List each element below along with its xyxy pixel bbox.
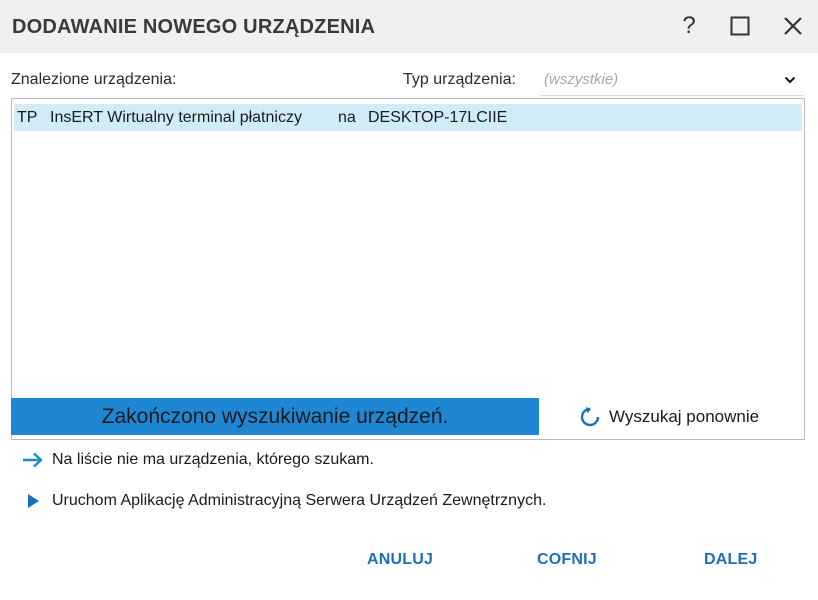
cancel-button[interactable]: ANULUJ	[367, 551, 433, 577]
next-button[interactable]: DALEJ	[704, 551, 757, 577]
device-row[interactable]: TP InsERT Wirtualny terminal płatniczy n…	[14, 104, 802, 131]
device-not-listed-link[interactable]: Na liście nie ma urządzenia, którego szu…	[22, 449, 374, 471]
found-devices-label: Znalezione urządzenia:	[11, 71, 177, 88]
device-code: TP	[17, 109, 38, 126]
dialog-content: Znalezione urządzenia: Typ urządzenia: (…	[0, 53, 818, 600]
device-type-label: Typ urządzenia:	[403, 71, 516, 88]
device-name: InsERT Wirtualny terminal płatniczy	[50, 109, 302, 126]
help-icon: ?	[682, 12, 696, 39]
help-button[interactable]: ?	[672, 10, 706, 42]
maximize-icon	[730, 16, 750, 36]
run-admin-app-link[interactable]: Uruchom Aplikację Administracyjną Serwer…	[22, 490, 546, 512]
close-icon	[784, 17, 802, 35]
close-button[interactable]	[776, 10, 810, 42]
device-type-value: (wszystkie)	[544, 71, 619, 88]
device-type-select[interactable]: (wszystkie)	[540, 64, 804, 96]
refresh-icon	[580, 407, 600, 427]
rescan-button[interactable]: Wyszukaj ponownie	[579, 404, 759, 430]
arrow-right-icon	[23, 452, 43, 468]
device-not-listed-label: Na liście nie ma urządzenia, którego szu…	[52, 451, 374, 468]
device-host: DESKTOP-17LCIIE	[368, 109, 508, 126]
device-list[interactable]: TP InsERT Wirtualny terminal płatniczy n…	[11, 98, 805, 440]
chevron-down-icon	[784, 76, 796, 84]
device-connector: na	[338, 109, 356, 126]
search-status-text: Zakończono wyszukiwanie urządzeń.	[101, 404, 449, 428]
run-admin-app-label: Uruchom Aplikację Administracyjną Serwer…	[52, 492, 547, 509]
rescan-label: Wyszukaj ponownie	[609, 407, 760, 426]
maximize-button[interactable]	[723, 10, 757, 42]
search-status-bar: Zakończono wyszukiwanie urządzeń.	[11, 398, 539, 435]
back-button[interactable]: COFNIJ	[537, 551, 597, 577]
play-icon	[28, 494, 39, 508]
dialog-title: DODAWANIE NOWEGO URZĄDZENIA	[12, 16, 376, 38]
add-device-dialog: DODAWANIE NOWEGO URZĄDZENIA ? Znalezione…	[0, 0, 818, 600]
title-bar: DODAWANIE NOWEGO URZĄDZENIA ?	[0, 0, 818, 53]
